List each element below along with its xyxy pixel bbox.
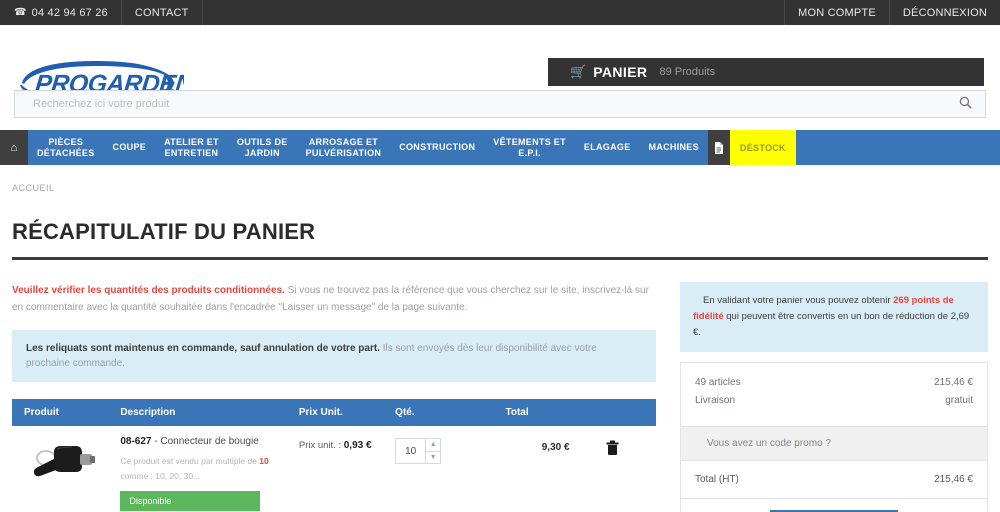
product-photo xyxy=(33,446,95,477)
main-navigation: ⌂ PIÈCES DÉTACHÉES COUPE ATELIER ET ENTR… xyxy=(0,130,1000,165)
content-area: Veuillez vérifier les quantités des prod… xyxy=(0,282,1000,512)
search-box xyxy=(14,90,986,118)
total-label: Total (HT) xyxy=(695,474,739,485)
unit-price-label: Prix unit. : xyxy=(298,440,344,451)
promo-code-toggle[interactable]: Vous avez un code promo ? xyxy=(681,426,987,461)
summary-row-total: Total (HT) 215,46 € xyxy=(681,461,987,499)
spark-plug-connector-image[interactable] xyxy=(24,436,108,488)
summary-row-shipping: Livraison gratuit xyxy=(695,392,973,410)
my-account-link[interactable]: MON COMPTE xyxy=(784,0,889,25)
logout-link[interactable]: DÉCONNEXION xyxy=(888,0,1000,25)
contact-link[interactable]: CONTACT xyxy=(122,0,203,25)
articles-label: 49 articles xyxy=(695,377,741,388)
cart-title: PANIER xyxy=(593,64,648,80)
phone-number[interactable]: ☎ 04 42 94 67 26 xyxy=(0,0,122,25)
search-icon xyxy=(959,96,972,109)
quantity-increase-icon[interactable]: ▲ xyxy=(426,439,441,452)
alert-info-bold: Les reliquats sont maintenus en commande… xyxy=(26,343,380,354)
column-header-quantity: Qté. xyxy=(395,399,506,426)
cell-unit-price: Prix unit. : 0,93 € xyxy=(299,426,395,511)
product-name: - Connecteur de bougie xyxy=(151,436,259,447)
multiple-example: comme : 10, 20, 30... xyxy=(120,471,201,481)
cart-product-count: 89 Produits xyxy=(659,66,716,78)
quantity-decrease-icon[interactable]: ▼ xyxy=(426,452,440,464)
cart-table-body: 08-627 - Connecteur de bougie Ce produit… xyxy=(12,426,656,511)
table-row: 08-627 - Connecteur de bougie Ce produit… xyxy=(12,426,656,511)
page-title: RÉCAPITULATIF DU PANIER xyxy=(12,219,316,244)
nav-item-elagage[interactable]: ELAGAGE xyxy=(575,130,640,165)
document-icon xyxy=(714,141,723,154)
cell-product-image xyxy=(12,426,120,511)
site-header: PROGARDEN GROUP 🛒 PANIER 89 Produits xyxy=(0,25,1000,103)
search-row xyxy=(0,90,1000,118)
topbar-left-group: ☎ 04 42 94 67 26 CONTACT xyxy=(0,0,203,25)
loyalty-text-post: qui peuvent être convertis en un bon de … xyxy=(693,311,970,338)
nav-item-vetements-epi[interactable]: VÊTEMENTS ET E.P.I. xyxy=(484,130,575,165)
column-header-description: Description xyxy=(120,399,299,426)
nav-item-machines[interactable]: MACHINES xyxy=(640,130,708,165)
breadcrumb[interactable]: ACCUEIL xyxy=(0,165,1000,193)
shipping-value: gratuit xyxy=(945,395,973,406)
top-utility-bar: ☎ 04 42 94 67 26 CONTACT MON COMPTE DÉCO… xyxy=(0,0,1000,25)
title-divider xyxy=(12,257,988,260)
home-icon: ⌂ xyxy=(10,141,18,154)
summary-rows: 49 articles 215,46 € Livraison gratuit xyxy=(681,363,987,426)
column-header-delete xyxy=(605,399,656,426)
alert-backorder-info: Les reliquats sont maintenus en commande… xyxy=(12,330,656,382)
shipping-label: Livraison xyxy=(695,395,736,406)
product-multiple-note: Ce produit est vendu par multiple de 10 … xyxy=(120,454,299,484)
alert-warning-bold: Veuillez vérifier les quantités des prod… xyxy=(12,285,285,296)
cart-table-header-row: Produit Description Prix Unit. Qté. Tota… xyxy=(12,399,656,426)
nav-filler xyxy=(796,130,1000,165)
nav-item-atelier-entretien[interactable]: ATELIER ET ENTRETIEN xyxy=(155,130,228,165)
column-header-total: Total xyxy=(505,399,606,426)
phone-icon: ☎ xyxy=(14,7,27,18)
nav-item-arrosage-pulverisation[interactable]: ARROSAGE ET PULVÉRISATION xyxy=(297,130,391,165)
articles-value: 215,46 € xyxy=(934,377,973,388)
unit-price-value: 0,93 € xyxy=(343,440,372,451)
cell-product-description: 08-627 - Connecteur de bougie Ce produit… xyxy=(120,426,299,511)
trash-icon[interactable] xyxy=(606,440,619,455)
nav-item-coupe[interactable]: COUPE xyxy=(104,130,156,165)
checkout-action-area xyxy=(681,499,987,512)
nav-catalog-button[interactable] xyxy=(707,130,730,165)
product-name-line[interactable]: 08-627 - Connecteur de bougie xyxy=(120,436,299,447)
column-header-product: Produit xyxy=(12,399,121,426)
multiple-prefix: Ce produit est vendu par multiple de xyxy=(120,456,260,466)
phone-number-label: 04 42 94 67 26 xyxy=(31,6,108,19)
total-value: 215,46 € xyxy=(934,474,973,485)
search-button[interactable] xyxy=(945,91,985,117)
nav-item-outils-de-jardin[interactable]: OUTILS DE JARDIN xyxy=(228,130,297,165)
summary-row-articles: 49 articles 215,46 € xyxy=(695,374,973,392)
summary-column: En validant votre panier vous pouvez obt… xyxy=(680,282,988,512)
alert-quantities-warning: Veuillez vérifier les quantités des prod… xyxy=(12,282,656,316)
column-header-unit-price: Prix Unit. xyxy=(298,399,396,426)
nav-item-construction[interactable]: CONSTRUCTION xyxy=(390,130,484,165)
loyalty-text-pre: En validant votre panier vous pouvez obt… xyxy=(703,295,894,306)
quantity-input[interactable] xyxy=(396,439,426,463)
nav-item-pieces-detachees[interactable]: PIÈCES DÉTACHÉES xyxy=(28,130,104,165)
cart-table: Produit Description Prix Unit. Qté. Tota… xyxy=(12,399,656,511)
cart-column: Veuillez vérifier les quantités des prod… xyxy=(12,282,656,512)
shopping-cart-icon: 🛒 xyxy=(570,64,587,79)
cell-line-total: 9,30 € xyxy=(541,442,570,453)
nav-item-destock[interactable]: DÉSTOCK xyxy=(729,130,796,165)
multiple-value: 10 xyxy=(259,456,269,466)
search-input[interactable] xyxy=(15,91,945,117)
loyalty-points-notice: En validant votre panier vous pouvez obt… xyxy=(680,282,988,352)
cart-table-head: Produit Description Prix Unit. Qté. Tota… xyxy=(12,399,656,426)
topbar-right-group: MON COMPTE DÉCONNEXION xyxy=(784,0,1000,25)
cart-summary-bar[interactable]: 🛒 PANIER 89 Produits xyxy=(548,58,984,86)
order-summary-card: 49 articles 215,46 € Livraison gratuit V… xyxy=(680,362,988,512)
nav-home-button[interactable]: ⌂ xyxy=(0,130,28,165)
product-reference: 08-627 xyxy=(120,436,152,447)
quantity-arrows: ▲ ▼ xyxy=(425,439,441,464)
quantity-stepper[interactable]: ▲ ▼ xyxy=(395,438,442,464)
status-badge: Disponible xyxy=(120,491,261,511)
cell-delete xyxy=(606,426,656,511)
cell-quantity: ▲ ▼ xyxy=(395,426,505,511)
